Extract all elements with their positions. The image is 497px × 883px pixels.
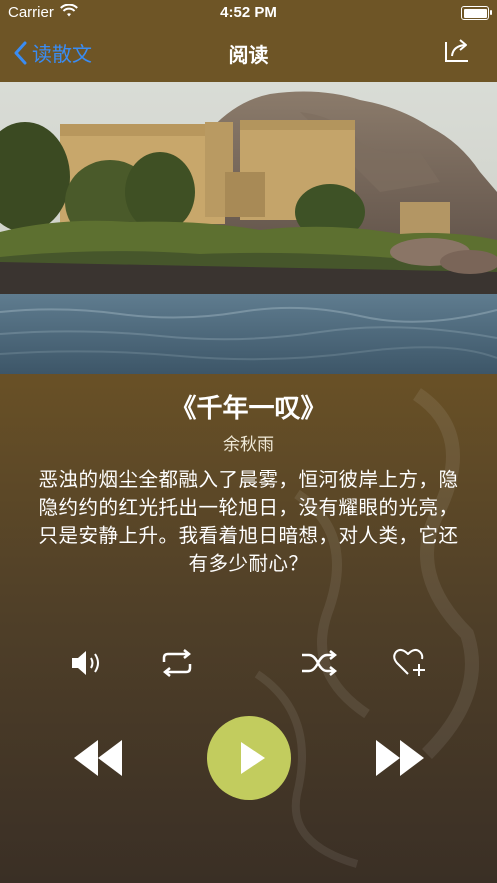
status-bar: Carrier 4:52 PM — [0, 0, 497, 26]
poem-title: 《千年一叹》 — [170, 394, 327, 424]
play-icon — [241, 742, 265, 774]
rewind-icon[interactable] — [72, 738, 124, 778]
fast-forward-icon[interactable] — [374, 738, 426, 778]
play-button[interactable] — [207, 716, 291, 800]
navigation-bar: 读散文 阅读 — [0, 26, 497, 82]
clock-time: 4:52 PM — [220, 4, 277, 21]
poem-text: 恶浊的烟尘全都融入了晨雾，恒河彼岸上方，隐隐约约的红光托出一轮旭日，没有耀眼的光… — [38, 468, 459, 575]
battery-icon — [461, 6, 492, 20]
shuffle-icon[interactable] — [300, 648, 338, 678]
poem-author: 余秋雨 — [223, 435, 274, 455]
repeat-icon[interactable] — [158, 648, 196, 678]
share-icon[interactable] — [443, 36, 471, 64]
hero-image — [0, 82, 497, 374]
speaker-icon[interactable] — [70, 648, 104, 678]
page-title: 阅读 — [228, 43, 269, 67]
heart-plus-icon[interactable] — [392, 646, 428, 680]
